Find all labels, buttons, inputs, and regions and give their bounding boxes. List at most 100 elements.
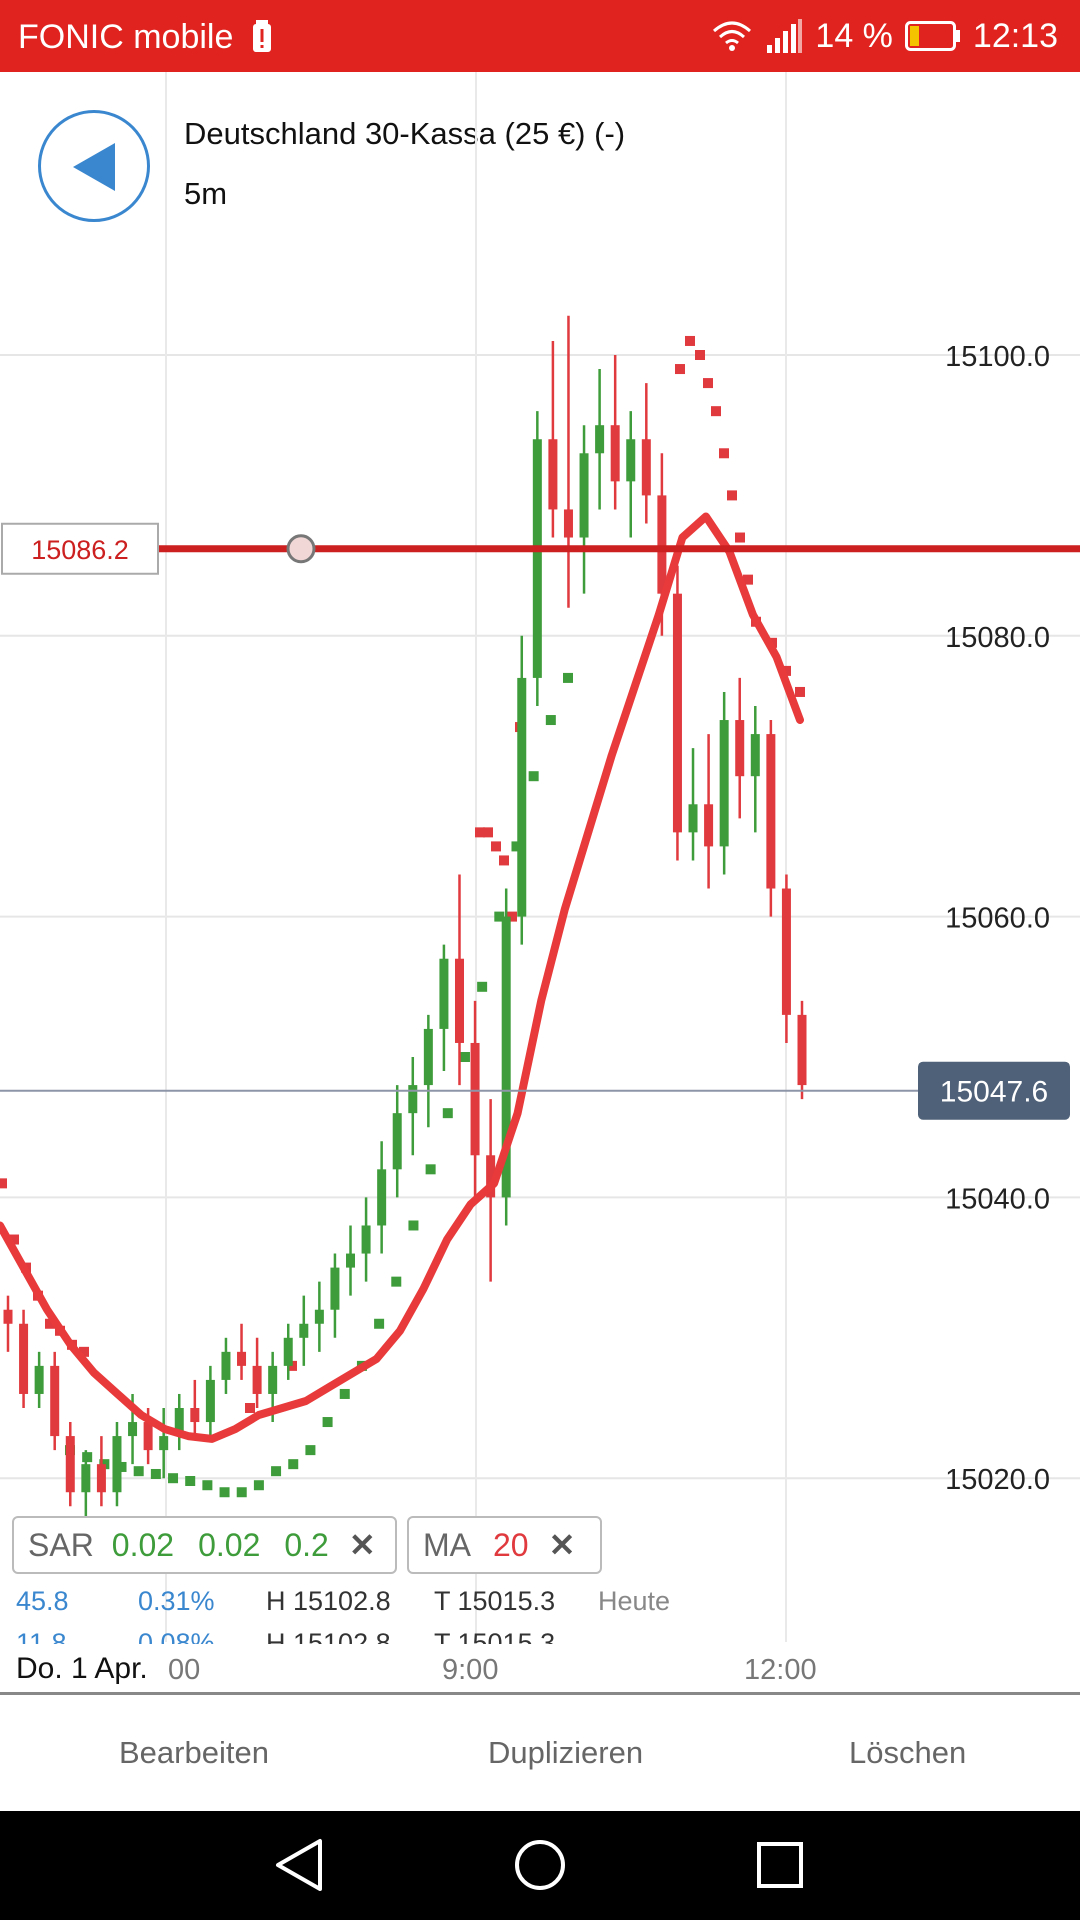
duplicate-button[interactable]: Duplizieren <box>488 1735 643 1771</box>
sar-dot <box>442 1108 453 1119</box>
candle-body <box>81 1464 91 1493</box>
sar-dot <box>185 1476 196 1487</box>
change-value: 45.8 <box>16 1586 69 1616</box>
candle-body <box>532 439 542 678</box>
candle-body <box>377 1169 387 1226</box>
alert-price-label: 15086.2 <box>31 535 129 565</box>
candle-body <box>408 1085 418 1114</box>
price-tick-label: 15060.0 <box>945 903 1050 935</box>
action-bar: Bearbeiten Duplizieren Löschen <box>0 1695 1080 1811</box>
nav-home-icon[interactable] <box>508 1833 572 1897</box>
change-value-2: 11.8 <box>16 1632 67 1644</box>
battery-alert-icon <box>253 20 271 52</box>
sar-dot <box>374 1318 385 1329</box>
low-value-2: T 15015.3 <box>434 1632 555 1644</box>
candle-body <box>548 439 558 510</box>
sar-dot <box>133 1466 144 1477</box>
delete-button[interactable]: Löschen <box>849 1735 966 1771</box>
candle-body <box>719 720 729 847</box>
stats-row-secondary: 11.8 0.08% H 15102.8 T 15015.3 <box>0 1632 1080 1644</box>
candle-body <box>610 425 620 482</box>
ma-remove-icon[interactable]: ✕ <box>549 1526 576 1564</box>
candle-body <box>143 1422 153 1451</box>
time-tick-9: 9:00 <box>442 1654 499 1686</box>
ma-indicator-pill[interactable]: MA 20 ✕ <box>407 1516 602 1574</box>
nav-recents-icon[interactable] <box>748 1833 812 1897</box>
sar-dot <box>711 406 721 417</box>
price-chart[interactable]: 15086.2 15047.6 15100.0 15080.0 15060.0 150… <box>0 72 1080 1642</box>
candle-body <box>65 1436 75 1493</box>
candle-body <box>579 453 589 538</box>
ma-param-1: 20 <box>493 1526 529 1563</box>
time-tick-partial: 00 <box>168 1654 201 1686</box>
price-tick-label: 15080.0 <box>945 622 1050 654</box>
sar-dot <box>545 715 556 726</box>
candle-body <box>470 1042 480 1156</box>
price-axis: 15100.0 15080.0 15060.0 15040.0 15020.0 <box>945 341 1050 1496</box>
candle-body <box>361 1225 371 1254</box>
candle-body <box>517 677 527 917</box>
sar-dot <box>675 364 685 375</box>
candle-body <box>781 888 791 1015</box>
sar-name: SAR <box>28 1526 94 1563</box>
current-price-marker: 15047.6 <box>0 1061 1070 1120</box>
sar-dot <box>695 350 705 360</box>
battery-icon <box>904 21 960 51</box>
sar-dot <box>288 1459 299 1470</box>
edit-button[interactable]: Bearbeiten <box>119 1735 269 1771</box>
sar-dot <box>408 1220 419 1231</box>
sar-dot <box>425 1164 436 1175</box>
sar-remove-icon[interactable]: ✕ <box>349 1526 376 1564</box>
sar-dot <box>168 1473 179 1484</box>
change-percent-2: 0.08% <box>138 1632 215 1644</box>
candle-body <box>221 1351 231 1380</box>
signal-icon <box>767 19 803 53</box>
candle-body <box>766 734 776 889</box>
sar-param-1: 0.02 <box>111 1526 175 1563</box>
candle-body <box>314 1309 324 1324</box>
sar-dot <box>391 1276 402 1287</box>
candle-body <box>563 509 573 538</box>
high-value-2: H 15102.8 <box>266 1632 391 1644</box>
price-tick-label: 15020.0 <box>945 1464 1050 1496</box>
time-tick-12: 12:00 <box>744 1654 817 1686</box>
candle-body <box>19 1323 29 1394</box>
candle-body <box>299 1323 309 1338</box>
sar-param-3: 0.2 <box>284 1526 329 1563</box>
sar-dot <box>305 1445 316 1456</box>
candle-body <box>641 439 651 496</box>
status-bar: FONIC mobile 14 % 12:13 <box>0 0 1080 72</box>
candle-body <box>595 425 605 454</box>
candle-body <box>797 1014 807 1086</box>
candle-body <box>190 1408 200 1423</box>
candle-body <box>159 1436 169 1451</box>
sar-dot <box>703 378 713 389</box>
chart-grid <box>0 72 1080 1642</box>
sar-dot <box>150 1468 161 1479</box>
candle-body <box>205 1379 215 1423</box>
ma-name: MA <box>423 1526 471 1563</box>
high-value: H 15102.8 <box>266 1586 391 1616</box>
sar-dot <box>245 1403 255 1413</box>
nav-back-icon[interactable] <box>268 1833 332 1897</box>
sar-indicator-pill[interactable]: SAR 0.02 0.02 0.2 ✕ <box>12 1516 397 1574</box>
candle-body <box>330 1267 340 1310</box>
sar-dot <box>202 1480 213 1491</box>
candlesticks <box>3 315 807 1521</box>
sar-dot <box>82 1452 93 1463</box>
candle-body <box>50 1365 60 1437</box>
sar-dot <box>236 1487 247 1498</box>
candle-body <box>735 720 745 777</box>
battery-percent: 14 % <box>815 16 893 55</box>
current-price-label: 15047.6 <box>940 1076 1048 1109</box>
candle-body <box>252 1365 262 1394</box>
candle-body <box>439 958 449 1029</box>
candle-body <box>283 1337 293 1366</box>
candle-body <box>112 1436 122 1493</box>
candle-body <box>688 804 698 833</box>
system-nav-bar <box>0 1811 1080 1920</box>
sar-dot <box>219 1487 230 1498</box>
sar-dot <box>253 1480 264 1491</box>
alert-drag-handle[interactable] <box>286 534 316 564</box>
sar-param-2: 0.02 <box>198 1526 261 1563</box>
